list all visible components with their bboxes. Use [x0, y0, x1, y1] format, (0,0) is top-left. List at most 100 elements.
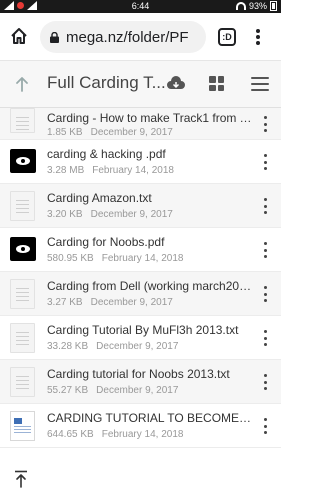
text-file-icon [10, 367, 35, 397]
file-name[interactable]: Carding Tutorial By MuFl3h 2013.txt [47, 323, 252, 337]
dot-icon [263, 424, 267, 428]
home-icon[interactable] [10, 27, 28, 45]
file-options-button[interactable] [262, 116, 268, 132]
upload-icon[interactable] [14, 470, 28, 488]
file-date: February 14, 2018 [101, 253, 184, 264]
url-text[interactable]: mega.nz/folder/PF [66, 29, 189, 46]
file-meta: 3.27 KB December 9, 2017 [47, 297, 173, 308]
file-name[interactable]: Carding for Noobs.pdf [47, 235, 252, 249]
file-row[interactable]: Carding - How to make Track1 from T... 1… [0, 108, 281, 140]
dot-icon [263, 343, 267, 346]
file-date: February 14, 2018 [101, 429, 184, 440]
file-options-button[interactable] [262, 286, 268, 302]
file-size: 33.28 KB [47, 341, 89, 352]
folder-header: Full Carding T... [0, 61, 281, 108]
wifi-icon [235, 2, 246, 10]
document-file-icon [10, 411, 35, 441]
dot-icon [263, 122, 267, 126]
file-row[interactable]: Carding for Noobs.pdf 580.95 KB February … [0, 228, 281, 272]
file-row[interactable]: Carding Amazon.txt 3.20 KB December 9, 20… [0, 184, 281, 228]
text-file-icon [10, 279, 35, 309]
file-date: December 9, 2017 [90, 209, 173, 220]
browser-toolbar: mega.nz/folder/PF :D [0, 13, 281, 61]
file-row[interactable]: Carding Tutorial By MuFl3h 2013.txt 33.2… [0, 316, 281, 360]
file-date: December 9, 2017 [90, 127, 173, 138]
file-date: February 14, 2018 [92, 165, 174, 176]
file-meta: 580.95 KB February 14, 2018 [47, 253, 183, 264]
grid-cell-icon [217, 76, 224, 83]
pdf-file-icon [10, 149, 36, 173]
dot-icon [256, 35, 260, 39]
file-size: 3.20 KB [47, 209, 83, 220]
dot-icon [263, 330, 267, 333]
file-name[interactable]: Carding - How to make Track1 from T... [47, 111, 252, 125]
file-list: Carding - How to make Track1 from T... 1… [0, 108, 281, 448]
file-options-button[interactable] [262, 374, 268, 390]
file-size: 580.95 KB [47, 253, 94, 264]
file-options-button[interactable] [262, 154, 268, 170]
text-file-icon [10, 191, 35, 221]
dot-icon [263, 160, 267, 164]
browser-menu-button[interactable] [252, 27, 264, 47]
file-name[interactable]: CARDING TUTORIAL TO BECOME A... [47, 411, 252, 425]
address-bar[interactable]: mega.nz/folder/PF [40, 21, 206, 53]
status-icons-right: 93% [235, 1, 277, 11]
lock-icon [50, 31, 59, 43]
dot-icon [263, 248, 267, 252]
dot-icon [263, 418, 267, 421]
dot-icon [256, 41, 260, 45]
file-name[interactable]: carding & hacking .pdf [47, 147, 252, 161]
up-arrow-icon[interactable] [14, 76, 30, 92]
file-row[interactable]: carding & hacking .pdf 3.28 MB February 1… [0, 140, 281, 184]
bottom-toolbar [0, 460, 281, 500]
text-file-icon [10, 323, 35, 353]
dot-icon [263, 387, 267, 390]
dot-icon [263, 129, 267, 132]
tab-switcher-button[interactable]: :D [218, 28, 236, 46]
menu-line-icon [251, 89, 269, 91]
hamburger-menu-button[interactable] [251, 77, 269, 91]
dot-icon [263, 167, 267, 170]
grid-cell-icon [209, 84, 216, 91]
cloud-import-icon[interactable] [166, 74, 186, 94]
battery-percent: 93% [248, 1, 267, 11]
file-meta: 644.65 KB February 14, 2018 [47, 429, 183, 440]
file-meta: 33.28 KB December 9, 2017 [47, 341, 178, 352]
dot-icon [263, 299, 267, 302]
dot-icon [263, 292, 267, 296]
dot-icon [263, 154, 267, 157]
dot-icon [256, 29, 260, 33]
grid-cell-icon [209, 76, 216, 83]
grid-view-button[interactable] [209, 76, 224, 91]
file-row[interactable]: CARDING TUTORIAL TO BECOME A... 644.65 K… [0, 404, 281, 448]
file-options-button[interactable] [262, 198, 268, 214]
file-options-button[interactable] [262, 418, 268, 434]
dot-icon [263, 255, 267, 258]
dot-icon [263, 431, 267, 434]
dot-icon [263, 116, 267, 119]
file-name[interactable]: Carding Amazon.txt [47, 191, 252, 205]
file-meta: 1.85 KB December 9, 2017 [47, 127, 173, 138]
dot-icon [263, 242, 267, 245]
file-options-button[interactable] [262, 242, 268, 258]
pdf-file-icon [10, 237, 36, 261]
file-size: 55.27 KB [47, 385, 89, 396]
menu-line-icon [251, 83, 269, 85]
file-options-button[interactable] [262, 330, 268, 346]
file-size: 3.27 KB [47, 297, 83, 308]
file-size: 644.65 KB [47, 429, 94, 440]
file-row[interactable]: Carding tutorial for Noobs 2013.txt 55.2… [0, 360, 281, 404]
dot-icon [263, 374, 267, 377]
file-date: December 9, 2017 [96, 341, 179, 352]
file-name[interactable]: Carding tutorial for Noobs 2013.txt [47, 367, 252, 381]
file-row[interactable]: Carding from Dell (working march201... 3… [0, 272, 281, 316]
dot-icon [263, 204, 267, 208]
dot-icon [263, 198, 267, 201]
file-date: December 9, 2017 [90, 297, 173, 308]
dot-icon [263, 336, 267, 340]
file-meta: 55.27 KB December 9, 2017 [47, 385, 178, 396]
text-file-icon [10, 108, 35, 133]
file-name[interactable]: Carding from Dell (working march201... [47, 279, 252, 293]
status-bar: 6:44 93% [0, 0, 281, 13]
folder-title: Full Carding T... [47, 73, 166, 92]
